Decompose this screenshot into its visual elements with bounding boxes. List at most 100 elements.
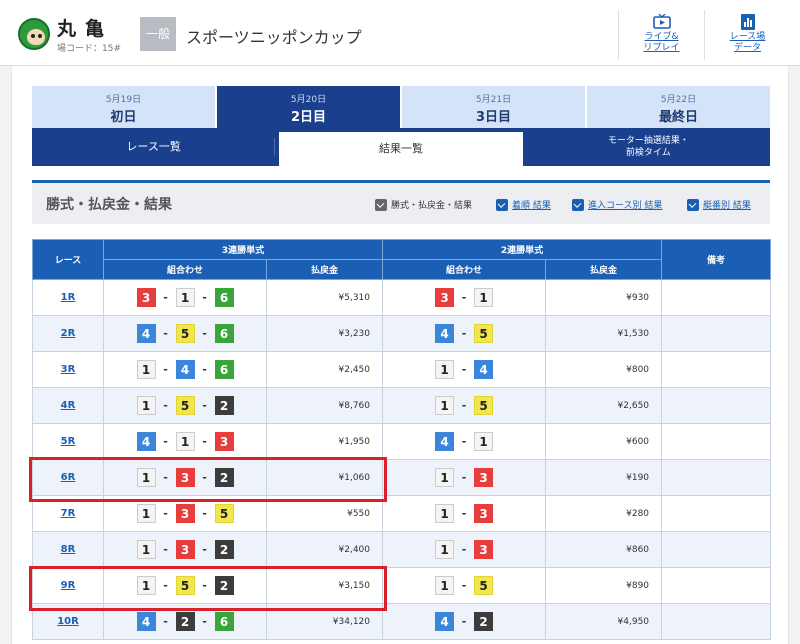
boat-number-badge: 1: [435, 468, 455, 487]
table-row: 5R 4-1-3 ¥1,950 4-1 ¥600: [32, 423, 772, 460]
boat-number-badge: 3: [474, 540, 494, 559]
checkbox-icon: [496, 199, 508, 211]
boat-number-badge: 3: [136, 288, 156, 307]
col-race: レース: [32, 239, 104, 280]
combo-separator: -: [461, 579, 467, 592]
sub-nav: レース一覧 結果一覧 モーター抽選結果・ 前検タイム: [32, 128, 770, 166]
exacta-combo: 3-1: [382, 279, 547, 316]
boat-number-badge: 1: [136, 396, 156, 415]
combo-separator: -: [163, 543, 168, 556]
combo-separator: -: [202, 327, 207, 340]
boat-number-badge: 1: [175, 432, 195, 451]
trifecta-payout: ¥1,950: [265, 423, 384, 460]
combo-separator: -: [163, 615, 168, 628]
day-tabs: 5月19日 初日 5月20日 2日目 5月21日 3日目 5月22日 最終日: [32, 86, 770, 128]
exacta-payout: ¥600: [545, 423, 663, 460]
race-link[interactable]: 7R: [61, 508, 76, 519]
exacta-payout: ¥890: [545, 567, 663, 604]
trifecta-combo: 3-1-6: [103, 279, 267, 316]
boat-number-badge: 5: [474, 396, 494, 415]
boat-number-badge: 1: [136, 360, 156, 379]
exacta-combo: 1-3: [382, 531, 547, 568]
grade-badge: 一般: [140, 17, 176, 51]
tv-icon: [652, 14, 671, 29]
exacta-combo: 1-3: [382, 495, 547, 532]
race-link[interactable]: 2R: [61, 328, 76, 339]
exacta-combo: 4-2: [382, 603, 547, 640]
race-data-link[interactable]: レース場 データ: [704, 10, 790, 60]
checkbox-icon: [375, 199, 387, 211]
col-tri-combo: 組合わせ: [103, 259, 267, 280]
remarks-cell: [661, 459, 772, 496]
col-tri-payout: 払戻金: [265, 259, 384, 280]
combo-separator: -: [163, 507, 168, 520]
exacta-payout: ¥1,530: [545, 315, 663, 352]
trifecta-combo: 1-3-2: [103, 531, 267, 568]
race-cell: 3R: [32, 351, 104, 388]
race-link[interactable]: 10R: [57, 616, 79, 627]
boat-number-badge: 2: [175, 612, 195, 631]
exacta-combo: 4-5: [382, 315, 547, 352]
trifecta-payout: ¥2,450: [265, 351, 384, 388]
combo-separator: -: [163, 327, 168, 340]
venue-logo[interactable]: [18, 18, 50, 50]
race-cell: 2R: [32, 315, 104, 352]
remarks-cell: [661, 567, 772, 604]
checkbox-icon: [687, 199, 699, 211]
combo-separator: -: [461, 543, 467, 556]
day-tab-2[interactable]: 5月20日 2日目: [217, 86, 402, 128]
trifecta-combo: 4-1-3: [103, 423, 267, 460]
chip-boat-results[interactable]: 艇番別 結果: [687, 198, 751, 211]
checkbox-icon: [572, 199, 584, 211]
venue-name: 丸亀: [57, 18, 114, 40]
day-tab-3[interactable]: 5月21日 3日目: [402, 86, 587, 128]
boat-number-badge: 6: [214, 360, 234, 379]
tab-results-list[interactable]: 結果一覧: [279, 132, 523, 166]
chip-course-results[interactable]: 進入コース別 結果: [572, 198, 662, 211]
exacta-payout: ¥800: [545, 351, 663, 388]
combo-separator: -: [461, 327, 467, 340]
remarks-cell: [661, 279, 772, 316]
boat-number-badge: 3: [435, 288, 455, 307]
bar-chart-icon: [740, 14, 755, 30]
boat-number-badge: 5: [175, 396, 195, 415]
boat-number-badge: 5: [474, 576, 494, 595]
race-link[interactable]: 8R: [61, 544, 76, 555]
boat-number-badge: 6: [214, 612, 234, 631]
race-link[interactable]: 1R: [61, 292, 76, 303]
table-row: 8R 1-3-2 ¥2,400 1-3 ¥860: [32, 531, 772, 568]
exacta-payout: ¥4,950: [545, 603, 663, 640]
highlight-box-6r: [29, 457, 387, 502]
boat-number-badge: 4: [136, 612, 156, 631]
boat-number-badge: 4: [136, 324, 156, 343]
race-link[interactable]: 5R: [61, 436, 76, 447]
boat-number-badge: 1: [175, 288, 195, 307]
exacta-payout: ¥860: [545, 531, 663, 568]
col-ex-combo: 組合わせ: [382, 259, 547, 280]
chip-payout-results[interactable]: 勝式・払戻金・結果: [375, 198, 472, 211]
race-link[interactable]: 3R: [61, 364, 76, 375]
section-header: 勝式・払戻金・結果 勝式・払戻金・結果 着順 結果 進入コース別 結果 艇番別 …: [32, 180, 770, 224]
tab-race-list[interactable]: レース一覧: [32, 128, 276, 166]
remarks-cell: [661, 387, 772, 424]
remarks-cell: [661, 351, 772, 388]
table-row: 1R 3-1-6 ¥5,310 3-1 ¥930: [32, 279, 772, 316]
tab-motor-draw[interactable]: モーター抽選結果・ 前検タイム: [527, 128, 770, 166]
exacta-payout: ¥190: [545, 459, 663, 496]
trifecta-payout: ¥3,230: [265, 315, 384, 352]
boat-number-badge: 1: [435, 360, 455, 379]
live-replay-link[interactable]: ライブ& リプレイ: [618, 10, 704, 60]
combo-separator: -: [202, 543, 207, 556]
race-link[interactable]: 4R: [61, 400, 76, 411]
trifecta-combo: 1-5-2: [103, 387, 267, 424]
boat-number-badge: 4: [435, 324, 455, 343]
day-tab-1[interactable]: 5月19日 初日: [32, 86, 217, 128]
remarks-cell: [661, 603, 772, 640]
race-cell: 4R: [32, 387, 104, 424]
chip-finish-order[interactable]: 着順 結果: [496, 198, 551, 211]
exacta-combo: 1-5: [382, 387, 547, 424]
day-tab-4[interactable]: 5月22日 最終日: [587, 86, 770, 128]
combo-separator: -: [461, 507, 467, 520]
combo-separator: -: [202, 363, 207, 376]
col-trifecta: 3連勝単式: [102, 239, 384, 260]
